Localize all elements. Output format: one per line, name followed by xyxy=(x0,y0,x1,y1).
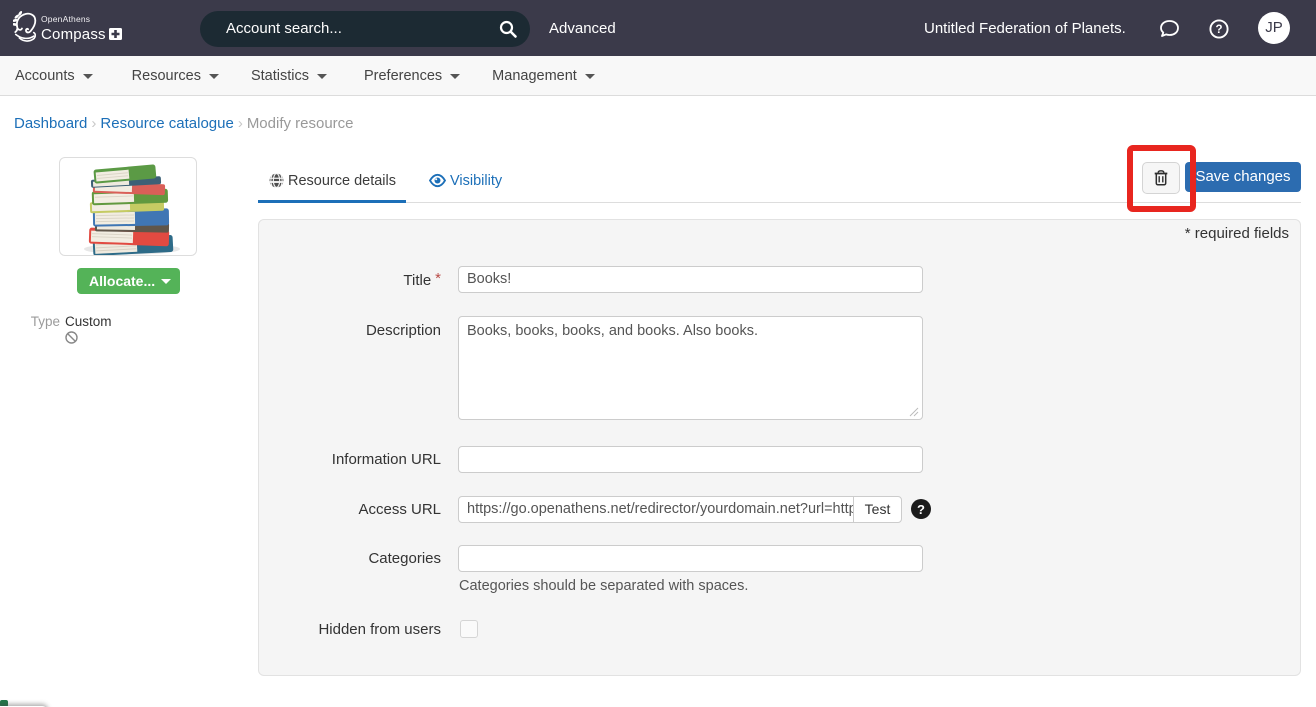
svg-text:?: ? xyxy=(917,502,925,517)
svg-text:?: ? xyxy=(1215,24,1222,36)
